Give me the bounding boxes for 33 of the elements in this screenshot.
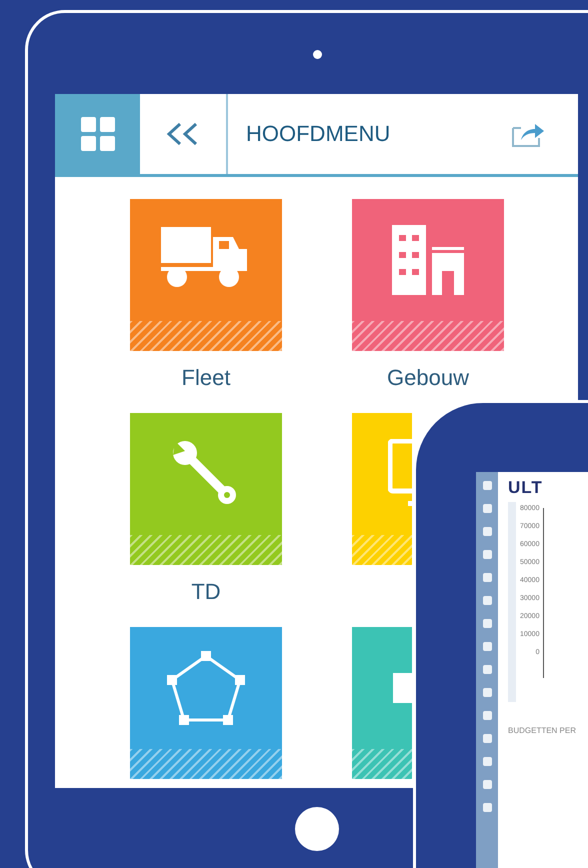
sidebar-icon[interactable] <box>482 641 492 652</box>
sidebar-icon[interactable] <box>482 756 492 767</box>
tile-label: Gebouw <box>387 365 469 391</box>
section-title: BUDGETTEN PER <box>508 726 578 735</box>
sidebar-icon[interactable] <box>482 710 492 721</box>
building-icon <box>392 225 464 295</box>
sidebar-icon[interactable] <box>482 526 492 537</box>
sidebar-icon[interactable] <box>482 664 492 675</box>
menu-tile[interactable] <box>352 627 412 779</box>
menu-tile[interactable] <box>130 199 282 351</box>
sidebar-icon[interactable] <box>482 687 492 698</box>
pentagon-nodes-icon <box>166 650 246 726</box>
sidebar-icon[interactable] <box>482 549 492 560</box>
menu-tile[interactable] <box>130 413 282 565</box>
sidebar-icon[interactable] <box>482 802 492 813</box>
menu-tile[interactable] <box>352 199 504 351</box>
tile-label: TD <box>191 579 221 605</box>
menu-tile[interactable] <box>352 413 412 565</box>
header-title: HOOFDMENU <box>246 121 392 147</box>
grid-icon <box>80 117 114 151</box>
menu-grid-button[interactable] <box>55 94 140 174</box>
double-chevron-left-icon <box>166 122 200 146</box>
sidebar-icon[interactable] <box>482 779 492 790</box>
menu-tile[interactable] <box>130 627 282 779</box>
sidebar-icon[interactable] <box>482 618 492 629</box>
sidebar-icon[interactable] <box>482 480 492 491</box>
sidebar-icon[interactable] <box>482 595 492 606</box>
sidebar-icon[interactable] <box>482 572 492 583</box>
sidebar-icon[interactable] <box>482 733 492 744</box>
sidebar-icon[interactable] <box>482 503 492 514</box>
camera-dot <box>313 50 322 59</box>
logo-text: ULT <box>508 478 544 498</box>
tile-label: Fleet <box>182 365 230 391</box>
